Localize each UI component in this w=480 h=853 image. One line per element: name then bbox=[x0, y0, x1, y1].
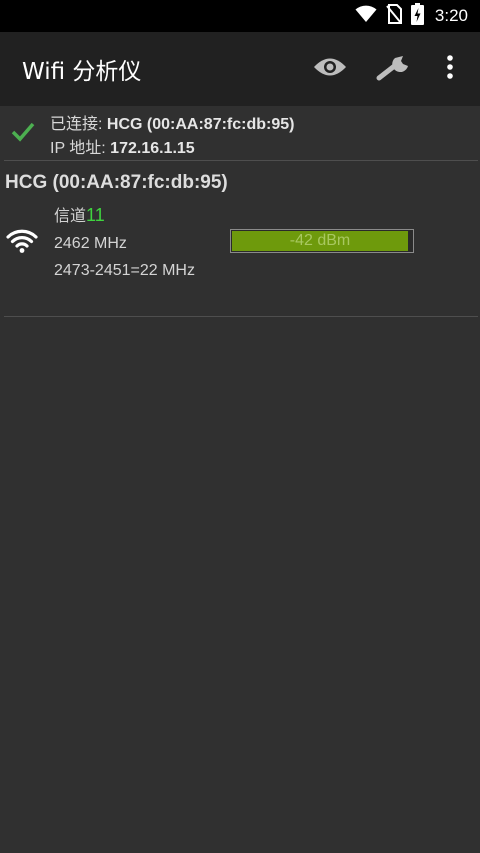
signal-strength-label: -42 dBm bbox=[289, 232, 351, 249]
wrench-icon bbox=[375, 52, 411, 86]
status-icons: 3:20 bbox=[355, 0, 468, 32]
overflow-menu-icon bbox=[446, 54, 454, 84]
check-icon bbox=[11, 120, 35, 142]
connected-label: 已连接: bbox=[50, 116, 107, 133]
app-bar: Wifi 分析仪 bbox=[0, 32, 480, 106]
channel-width: 2473-2451=22 MHz bbox=[54, 262, 195, 279]
channel-label: 信道 bbox=[54, 208, 87, 225]
access-point-item[interactable]: HCG (00:AA:87:fc:db:95) 信道11 2462 MHz 24… bbox=[0, 162, 480, 316]
signal-strength-bar: -42 dBm bbox=[230, 229, 414, 253]
status-bar: 3:20 bbox=[0, 0, 480, 32]
ip-value: 172.16.1.15 bbox=[110, 140, 195, 157]
frequency: 2462 MHz bbox=[54, 235, 127, 252]
ip-line: IP 地址: 172.16.1.15 bbox=[50, 134, 195, 158]
wifi-icon bbox=[355, 5, 377, 27]
eye-icon bbox=[313, 56, 347, 82]
ap-ssid: HCG (00:AA:87:fc:db:95) bbox=[5, 172, 228, 193]
status-time: 3:20 bbox=[434, 6, 468, 25]
view-button[interactable] bbox=[311, 50, 349, 88]
settings-button[interactable] bbox=[374, 50, 412, 88]
connected-value: HCG (00:AA:87:fc:db:95) bbox=[106, 116, 295, 133]
channel-number: 11 bbox=[86, 205, 105, 225]
wifi-signal-icon bbox=[6, 228, 38, 254]
connected-line: 已连接: HCG (00:AA:87:fc:db:95) bbox=[50, 110, 294, 134]
app-title: Wifi 分析仪 bbox=[22, 59, 142, 85]
connection-info: 已连接: HCG (00:AA:87:fc:db:95) IP 地址: 172.… bbox=[0, 106, 480, 160]
overflow-menu-button[interactable] bbox=[431, 50, 469, 88]
divider bbox=[4, 160, 478, 161]
divider bbox=[4, 316, 478, 317]
battery-charging-icon bbox=[410, 3, 424, 29]
channel-line: 信道11 bbox=[54, 202, 105, 226]
no-sim-icon bbox=[386, 4, 402, 28]
ip-label: IP 地址: bbox=[50, 140, 111, 157]
